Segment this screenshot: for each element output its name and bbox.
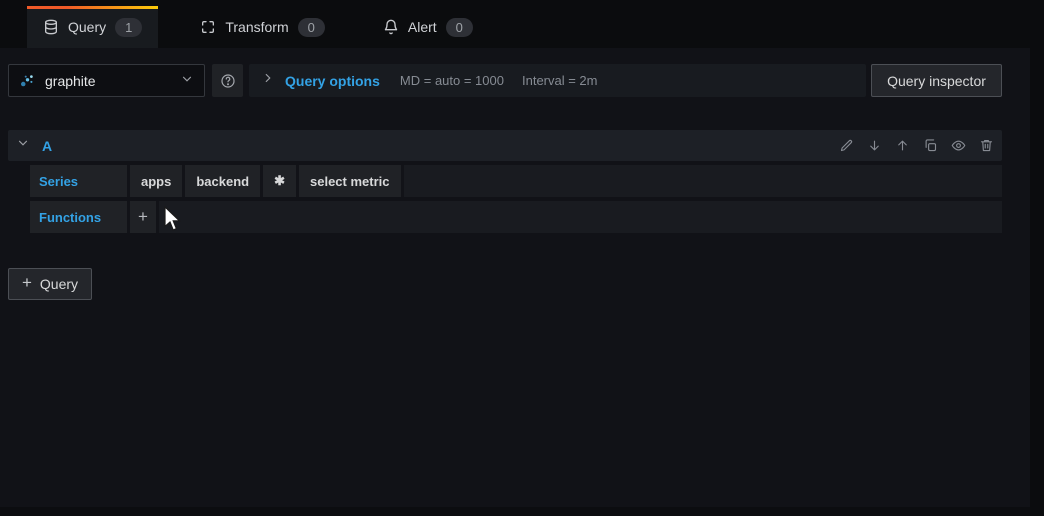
tab-transform[interactable]: Transform 0 [184, 6, 341, 48]
series-row-filler [403, 165, 1002, 197]
chevron-down-icon [180, 72, 194, 89]
max-data-points-text: MD = auto = 1000 [399, 73, 504, 88]
pencil-icon[interactable] [838, 138, 854, 154]
add-query-label: Query [39, 276, 79, 292]
bell-icon [383, 19, 399, 35]
datasource-help-button[interactable] [212, 64, 243, 97]
query-inspector-button[interactable]: Query inspector [871, 64, 1002, 97]
query-ref-id: A [42, 137, 53, 154]
transform-icon [200, 19, 216, 35]
tab-alert-label: Alert [407, 19, 437, 35]
database-icon [43, 19, 59, 35]
datasource-picker[interactable]: graphite [8, 64, 205, 97]
series-segment-select-metric[interactable]: select metric [299, 165, 401, 197]
graphite-datasource-icon [19, 72, 36, 89]
tab-query-label: Query [68, 19, 107, 35]
series-row: Series apps backend ✱ select metric [30, 165, 1002, 197]
help-circle-icon [220, 73, 236, 89]
interval-text: Interval = 2m [521, 73, 598, 88]
arrow-up-icon[interactable] [894, 138, 910, 154]
add-query-button[interactable]: + Query [8, 268, 92, 300]
series-segment-backend[interactable]: backend [185, 165, 261, 197]
plus-icon: + [21, 273, 32, 292]
editor-tabbar: Query 1 Transform 0 Alert 0 [0, 0, 1030, 48]
query-options-label: Query options [285, 72, 380, 89]
functions-row-filler [159, 201, 1002, 233]
functions-label: Functions [30, 201, 127, 233]
series-label: Series [30, 165, 127, 197]
bottom-gutter [0, 507, 1030, 516]
series-segment-apps[interactable]: apps [130, 165, 183, 197]
add-function-button[interactable]: + [130, 201, 156, 233]
query-row-actions [838, 138, 994, 154]
right-gutter [1030, 0, 1044, 516]
tab-query-count-badge: 1 [115, 17, 143, 37]
datasource-value: graphite [45, 72, 96, 89]
arrow-down-icon[interactable] [866, 138, 882, 154]
grafana-query-editor: Query 1 Transform 0 Alert 0 graphite Que… [0, 0, 1044, 516]
trash-icon[interactable] [978, 138, 994, 154]
chevron-right-icon [261, 71, 275, 90]
tab-alert[interactable]: Alert 0 [367, 6, 489, 48]
collapse-chevron-icon[interactable] [16, 136, 30, 155]
query-row-header[interactable]: A [8, 130, 1002, 161]
duplicate-icon[interactable] [922, 138, 938, 154]
query-options-bar[interactable]: Query options MD = auto = 1000 Interval … [249, 64, 866, 97]
tab-transform-count-badge: 0 [297, 17, 325, 37]
series-segment-wildcard[interactable]: ✱ [263, 165, 296, 197]
functions-row: Functions + [30, 201, 1002, 233]
tab-alert-count-badge: 0 [445, 17, 473, 37]
tab-query[interactable]: Query 1 [27, 6, 159, 48]
eye-icon[interactable] [950, 138, 966, 154]
tab-transform-label: Transform [225, 19, 289, 35]
query-inspector-label: Query inspector [887, 72, 986, 89]
